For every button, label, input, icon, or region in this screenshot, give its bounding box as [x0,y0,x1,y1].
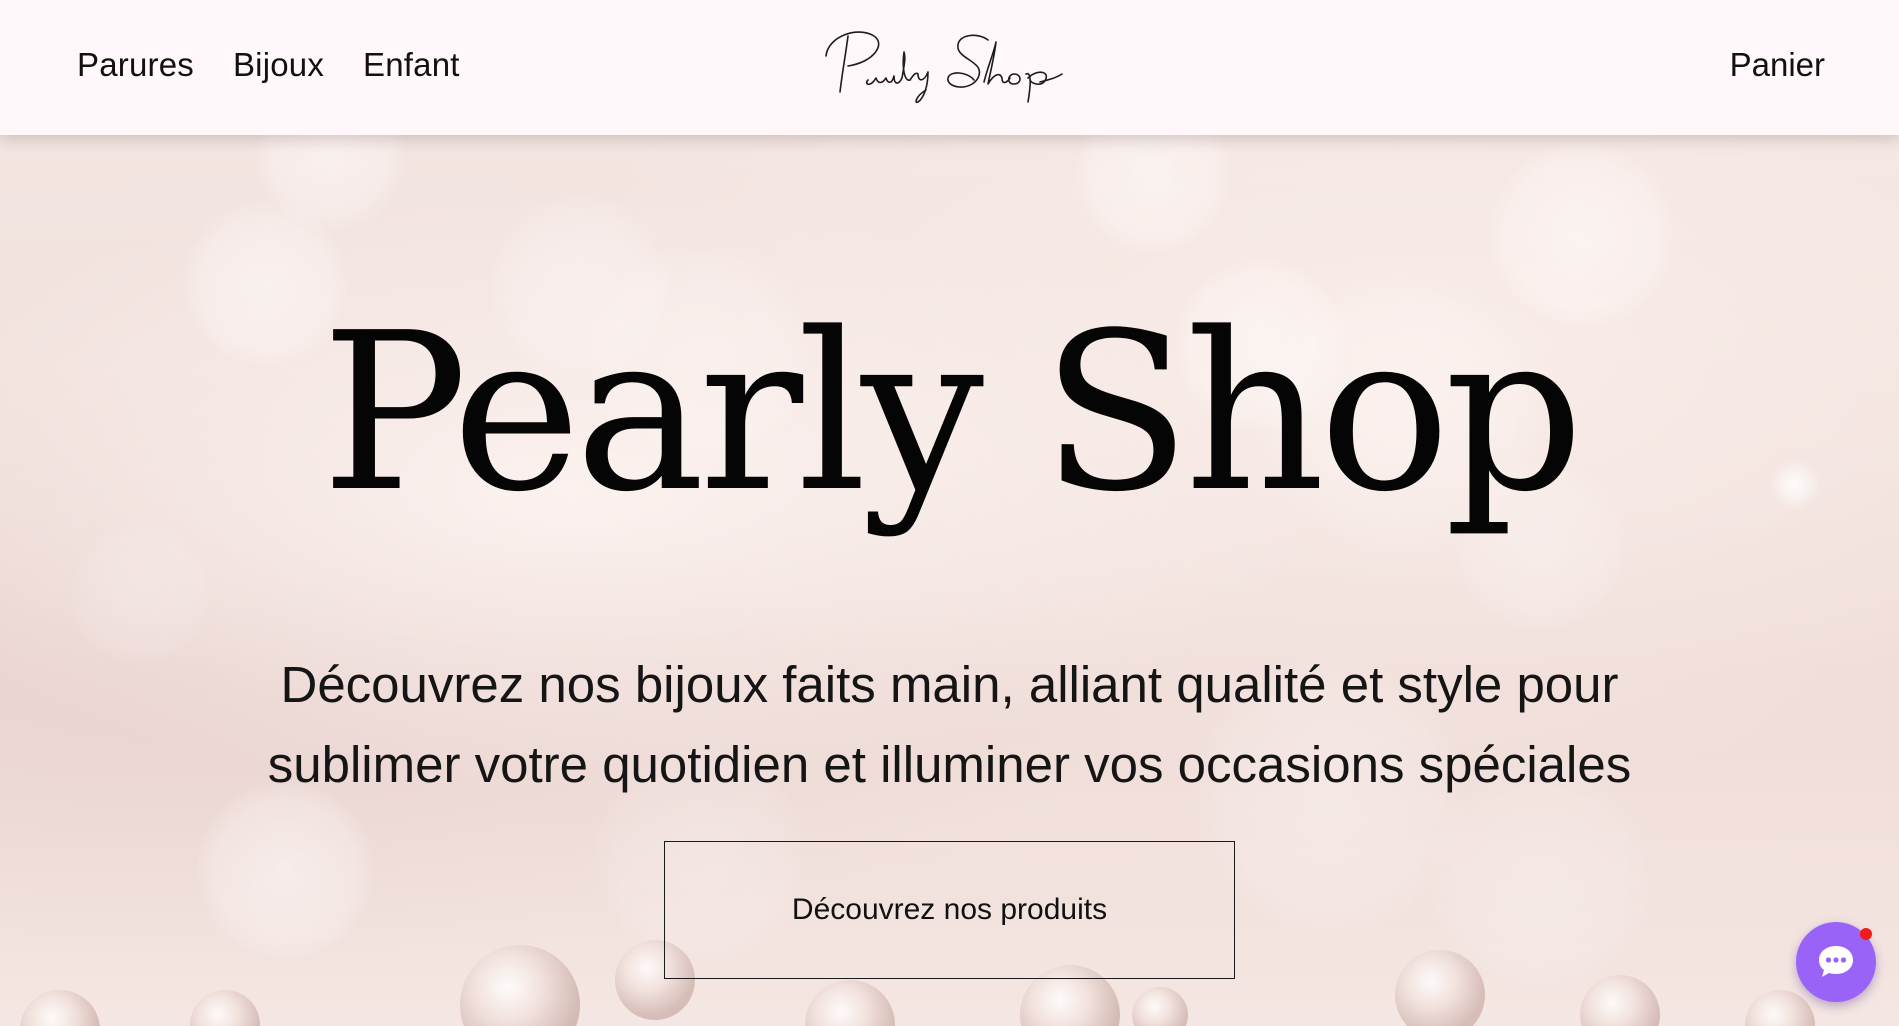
cart-link[interactable]: Panier [1730,46,1825,84]
nav-link-enfant[interactable]: Enfant [363,46,460,84]
main-nav: Parures Bijoux Enfant [77,46,460,84]
nav-link-bijoux[interactable]: Bijoux [233,46,324,84]
site-header: Parures Bijoux Enfant Panier [0,0,1899,135]
hero-title: Pearly Shop [321,287,1584,540]
hero-banner: Pearly Shop Découvrez nos bijoux faits m… [0,135,1899,1026]
logo-signature-icon [825,31,1063,104]
site-logo[interactable] [818,22,1082,106]
nav-link-parures[interactable]: Parures [77,46,194,84]
chat-bubble-icon [1819,946,1853,977]
notification-dot [1860,928,1872,940]
hero-subtitle: Découvrez nos bijoux faits main, alliant… [267,656,1632,793]
discover-products-button[interactable]: Découvrez nos produits [664,841,1235,979]
chat-widget-button[interactable] [1796,922,1876,1002]
